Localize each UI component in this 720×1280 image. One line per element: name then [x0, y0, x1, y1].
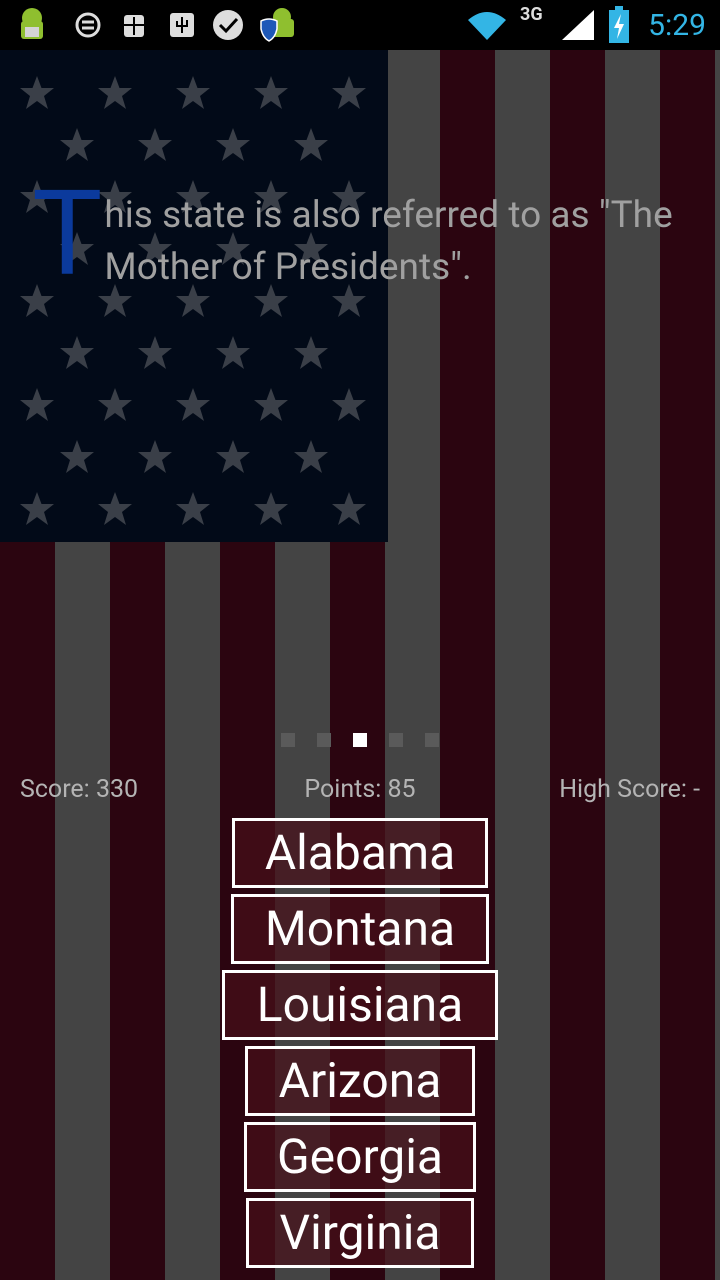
flag-star-icon — [294, 440, 328, 473]
status-bar: 3G 5:29 — [0, 0, 720, 50]
flag-star-icon — [176, 492, 210, 525]
flag-star-icon — [216, 440, 250, 473]
flag-star-icon — [60, 336, 94, 369]
flag-star-icon — [138, 128, 172, 161]
battery-charging-icon — [609, 6, 629, 43]
sync-icon — [75, 12, 101, 38]
flag-star-icon — [216, 336, 250, 369]
android-debug-icon — [21, 8, 43, 39]
pager-dot — [317, 733, 331, 747]
flag-star-icon — [176, 388, 210, 421]
flag-star-icon — [98, 76, 132, 109]
answer-button-georgia[interactable]: Georgia — [244, 1122, 476, 1192]
answer-button-virginia[interactable]: Virginia — [246, 1198, 474, 1268]
flag-star-icon — [332, 388, 366, 421]
flag-star-icon — [294, 128, 328, 161]
pager-dot — [281, 733, 295, 747]
flag-star-icon — [20, 492, 54, 525]
flag-star-icon — [294, 336, 328, 369]
flag-star-icon — [138, 336, 172, 369]
question-pager — [0, 733, 720, 747]
network-type-label: 3G — [520, 4, 543, 25]
question-drop-cap: T — [32, 165, 103, 303]
pager-dot — [389, 733, 403, 747]
flag-star-icon — [138, 440, 172, 473]
flag-star-icon — [98, 492, 132, 525]
flag-star-icon — [20, 76, 54, 109]
flag-star-icon — [20, 388, 54, 421]
flag-star-icon — [254, 76, 288, 109]
flag-star-icon — [98, 388, 132, 421]
flag-star-icon — [60, 128, 94, 161]
clock: 5:29 — [648, 8, 706, 43]
answer-button-arizona[interactable]: Arizona — [245, 1046, 475, 1116]
pager-dot — [425, 733, 439, 747]
question-body: his state is also referred to as "The Mo… — [104, 194, 673, 289]
high-score-label: High Score: - — [559, 775, 700, 804]
flag-star-icon — [254, 388, 288, 421]
check-bubble-icon — [213, 10, 243, 40]
answer-list: Alabama Montana Louisiana Arizona Georgi… — [0, 818, 720, 1274]
answer-button-alabama[interactable]: Alabama — [232, 818, 488, 888]
flag-star-icon — [254, 492, 288, 525]
flag-star-icon — [216, 128, 250, 161]
flag-star-icon — [332, 76, 366, 109]
score-row: Score: 330 Points: 85 High Score: - — [20, 775, 700, 805]
pager-dot-active — [353, 733, 367, 747]
flag-star-icon — [176, 76, 210, 109]
signal-icon — [562, 10, 594, 40]
flag-star-icon — [60, 440, 94, 473]
bug-icon — [124, 15, 144, 37]
wifi-icon — [468, 12, 506, 40]
answer-button-montana[interactable]: Montana — [231, 894, 489, 964]
flag-star-icon — [332, 492, 366, 525]
answer-button-louisiana[interactable]: Louisiana — [222, 970, 498, 1040]
android-shield-icon — [260, 8, 294, 42]
usb-icon — [170, 13, 194, 37]
question-text: This state is also referred to as "The M… — [32, 175, 682, 294]
